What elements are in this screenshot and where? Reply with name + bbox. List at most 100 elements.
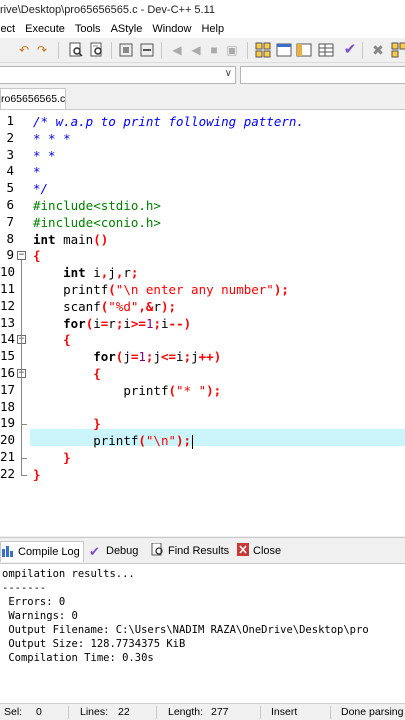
status-lines-value: 22 bbox=[118, 706, 130, 718]
status-separator bbox=[68, 706, 69, 719]
log-line: Output Filename: C:\Users\NADIM RAZA\One… bbox=[2, 624, 369, 636]
undo-icon[interactable]: ↶ bbox=[16, 42, 32, 58]
find-icon[interactable] bbox=[68, 42, 84, 58]
status-sel-label: Sel: bbox=[4, 706, 23, 718]
chart-icon bbox=[1, 544, 15, 557]
status-separator bbox=[156, 706, 157, 719]
code-line[interactable]: for(i=r;i>=1;i--) bbox=[33, 315, 191, 332]
window-title: rive\Desktop\pro65656565.c - Dev-C++ 5.1… bbox=[0, 0, 405, 20]
log-line: Warnings: 0 bbox=[2, 610, 78, 622]
code-line[interactable]: scanf("%d",&r); bbox=[33, 298, 176, 315]
code-line[interactable]: */ bbox=[33, 180, 48, 197]
fold-end-mark bbox=[21, 458, 27, 459]
status-bar: Sel: 0 Lines: 22 Length: 277 Insert Done… bbox=[0, 703, 405, 720]
text-caret bbox=[192, 434, 194, 449]
toolbar-separator bbox=[362, 42, 363, 59]
tab-close-label: Close bbox=[253, 545, 282, 557]
code-line[interactable]: #include<stdio.h> bbox=[33, 197, 161, 214]
code-line[interactable]: printf("\n"); bbox=[33, 432, 194, 449]
fold-end-mark bbox=[21, 474, 27, 476]
layout-icon[interactable] bbox=[296, 42, 312, 58]
indent-icon[interactable]: ◀ bbox=[169, 42, 185, 58]
line-number: 5 bbox=[6, 180, 14, 196]
function-dropdown[interactable] bbox=[240, 66, 405, 84]
close-icon bbox=[236, 543, 250, 556]
status-sel-value: 0 bbox=[36, 706, 42, 718]
line-number: 4 bbox=[6, 163, 14, 179]
code-line[interactable]: printf("* "); bbox=[33, 382, 221, 399]
log-line: ------- bbox=[2, 582, 47, 594]
code-line[interactable]: * * * bbox=[33, 130, 71, 147]
code-line[interactable]: { bbox=[33, 365, 101, 382]
fold-end-mark bbox=[21, 424, 27, 426]
line-number: 8 bbox=[6, 230, 14, 246]
bookmark-icon[interactable]: ■ bbox=[206, 42, 222, 58]
line-number: 15 bbox=[0, 348, 16, 364]
code-line[interactable]: int i,j,r; bbox=[33, 264, 138, 281]
code-line[interactable]: } bbox=[33, 466, 41, 483]
table-icon[interactable] bbox=[318, 42, 334, 58]
code-line[interactable]: printf("\n enter any number"); bbox=[33, 281, 289, 298]
status-separator bbox=[330, 706, 331, 719]
compile-icon[interactable] bbox=[139, 42, 155, 58]
code-line[interactable]: * bbox=[33, 163, 41, 180]
log-line: ompilation results... bbox=[2, 568, 135, 580]
line-number: 18 bbox=[0, 398, 16, 414]
code-line[interactable]: * * bbox=[33, 147, 56, 164]
grid-icon[interactable] bbox=[255, 42, 271, 58]
status-lines-label: Lines: bbox=[80, 706, 109, 718]
line-number: 20 bbox=[0, 432, 16, 448]
tab-find-results-label: Find Results bbox=[168, 545, 230, 557]
code-line[interactable]: } bbox=[33, 415, 101, 432]
log-line: Output Size: 128.7734375 KiB bbox=[2, 638, 186, 650]
tab-file[interactable]: ro65656565.c bbox=[0, 88, 66, 109]
menu-astyle[interactable]: AStyle bbox=[111, 20, 143, 38]
check-icon[interactable]: ✔ bbox=[342, 42, 358, 58]
code-line[interactable]: { bbox=[33, 331, 71, 348]
line-gutter: 12345678910111213141516171819202122−−− bbox=[0, 110, 30, 536]
grid-small-icon[interactable] bbox=[391, 42, 405, 58]
tab-compile-log[interactable]: Compile Log bbox=[0, 541, 84, 562]
code-line[interactable]: /* w.a.p to print following pattern. bbox=[33, 113, 304, 130]
scope-dropdown[interactable]: ∨ bbox=[0, 66, 236, 84]
line-number: 3 bbox=[6, 146, 14, 162]
tab-find-results[interactable]: Find Results bbox=[151, 541, 229, 562]
status-length-label: Length: bbox=[168, 706, 204, 718]
replace-icon[interactable] bbox=[89, 42, 105, 58]
code-line[interactable]: for(j=1;j<=i;j++) bbox=[33, 348, 221, 365]
toolbar-separator bbox=[58, 42, 59, 59]
toolbar: ↶ ↷ ◀ ◀ ■ ▣ ✔ ✖ bbox=[0, 38, 405, 63]
unindent-icon[interactable]: ◀ bbox=[188, 42, 204, 58]
code-line[interactable]: { bbox=[33, 247, 41, 264]
close-icon[interactable]: ✖ bbox=[370, 42, 386, 58]
chevron-down-icon: ∨ bbox=[224, 68, 232, 79]
tab-compile-log-label: Compile Log bbox=[18, 546, 80, 558]
bottom-tab-bar: Compile Log ✔ Debug Find Results Close bbox=[0, 537, 405, 564]
tab-debug-label: Debug bbox=[106, 545, 139, 557]
toggle-icon[interactable]: ▣ bbox=[224, 42, 240, 58]
log-line: Errors: 0 bbox=[2, 596, 66, 608]
status-length-value: 277 bbox=[211, 706, 229, 718]
toolbar-separator bbox=[111, 42, 112, 59]
menu-execute[interactable]: Execute bbox=[25, 20, 65, 38]
editor-tab-bar: ro65656565.c bbox=[0, 87, 405, 109]
line-number: 11 bbox=[0, 281, 16, 296]
fold-line bbox=[21, 260, 22, 475]
redo-icon[interactable]: ↷ bbox=[34, 42, 50, 58]
menu-tools[interactable]: Tools bbox=[75, 20, 101, 38]
menu-project[interactable]: ject bbox=[0, 20, 15, 38]
tab-debug[interactable]: ✔ Debug bbox=[89, 541, 138, 562]
print-icon[interactable] bbox=[118, 42, 134, 58]
code-line[interactable]: #include<conio.h> bbox=[33, 214, 161, 231]
code-line[interactable]: } bbox=[33, 449, 71, 466]
code-editor[interactable]: 12345678910111213141516171819202122−−− /… bbox=[0, 109, 405, 536]
compile-log-pane[interactable]: ompilation results... ------- Errors: 0 … bbox=[0, 564, 405, 704]
code-line[interactable]: int main() bbox=[33, 231, 108, 248]
fold-toggle-icon[interactable]: − bbox=[17, 251, 26, 261]
menu-help[interactable]: Help bbox=[201, 20, 224, 38]
menu-window[interactable]: Window bbox=[152, 20, 191, 38]
tab-close[interactable]: Close bbox=[236, 541, 281, 562]
window-icon[interactable] bbox=[276, 42, 292, 58]
status-separator bbox=[260, 706, 261, 719]
line-number: 1 bbox=[6, 113, 14, 128]
